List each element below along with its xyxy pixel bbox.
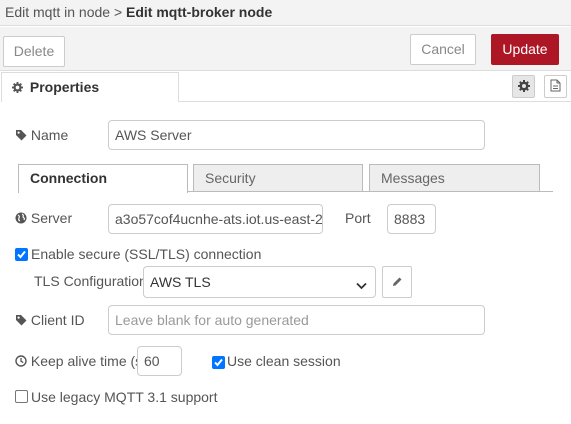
tls-checkbox[interactable]: [15, 248, 28, 261]
tls-config-select[interactable]: AWS TLS: [143, 266, 376, 298]
tab-messages[interactable]: Messages: [369, 164, 540, 192]
globe-icon: [15, 211, 27, 227]
name-label: Name: [15, 127, 68, 144]
server-input[interactable]: a3o57cof4ucnhe-ats.iot.us-east-2.am: [108, 204, 323, 234]
server-label: Server: [15, 210, 72, 227]
subtab-divider: [188, 191, 553, 192]
pencil-icon: [392, 268, 403, 297]
keepalive-input[interactable]: 60: [137, 346, 182, 376]
chevron-down-icon: [356, 277, 367, 293]
client-id-label: Client ID: [15, 312, 85, 329]
tls-config-value: AWS TLS: [150, 274, 211, 290]
port-label: Port: [345, 210, 371, 226]
tag-icon: [15, 313, 27, 329]
tab-connection[interactable]: Connection: [18, 164, 188, 193]
update-button[interactable]: Update: [491, 34, 559, 65]
clean-session-checkbox[interactable]: [212, 356, 225, 369]
editor-toolbar: [0, 27, 571, 71]
cancel-button[interactable]: Cancel: [410, 34, 476, 65]
tls-config-label: TLS Configuration: [34, 273, 147, 289]
breadcrumb-parent[interactable]: Edit mqtt in node: [5, 4, 110, 20]
clock-icon: [15, 354, 27, 370]
tag-icon: [15, 128, 27, 144]
breadcrumb: Edit mqtt in node > Edit mqtt-broker nod…: [5, 4, 272, 20]
delete-button[interactable]: Delete: [3, 36, 65, 67]
legacy-mqtt-checkbox[interactable]: [15, 390, 28, 403]
keepalive-label-text: Keep alive time (s): [30, 353, 147, 369]
tab-properties-label: Properties: [29, 79, 100, 95]
gear-icon: [517, 79, 530, 95]
server-label-text: Server: [30, 210, 73, 226]
breadcrumb-current: Edit mqtt-broker node: [126, 4, 273, 20]
breadcrumb-separator: >: [113, 4, 123, 20]
checkmark-icon: [17, 250, 26, 259]
tls-checkbox-label[interactable]: Enable secure (SSL/TLS) connection: [31, 246, 261, 262]
legacy-mqtt-label[interactable]: Use legacy MQTT 3.1 support: [31, 389, 217, 405]
tab-security[interactable]: Security: [193, 164, 363, 192]
gear-icon: [12, 80, 23, 96]
clean-session-label[interactable]: Use clean session: [227, 353, 341, 369]
keepalive-label: Keep alive time (s): [15, 353, 147, 370]
name-label-text: Name: [30, 127, 69, 143]
checkmark-icon: [214, 358, 223, 367]
tab-properties[interactable]: Properties: [1, 72, 179, 102]
port-input[interactable]: 8883: [387, 204, 436, 234]
name-input[interactable]: AWS Server: [108, 120, 485, 150]
node-description-button[interactable]: [544, 75, 567, 98]
client-id-placeholder: Leave blank for auto generated: [115, 312, 309, 328]
document-icon: [550, 79, 561, 95]
tab-divider: [179, 101, 571, 102]
edit-tls-config-button[interactable]: [382, 266, 412, 298]
client-id-input[interactable]: Leave blank for auto generated: [108, 305, 485, 335]
node-settings-button[interactable]: [512, 75, 535, 98]
client-id-label-text: Client ID: [30, 312, 85, 328]
